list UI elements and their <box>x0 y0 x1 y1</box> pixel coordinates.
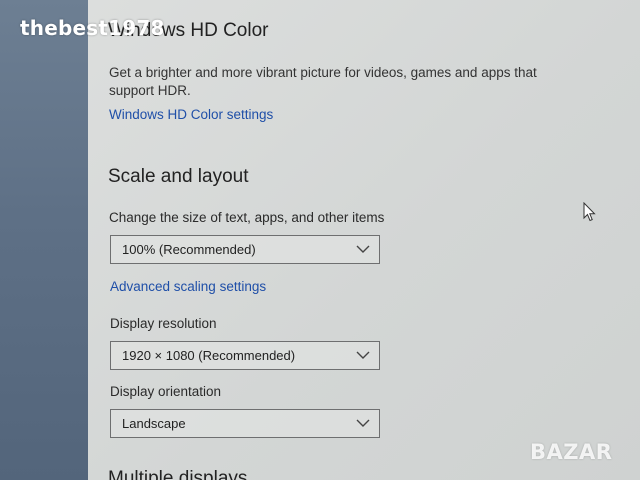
resolution-dropdown[interactable]: 1920 × 1080 (Recommended) <box>110 341 380 370</box>
scale-dropdown[interactable]: 100% (Recommended) <box>110 235 380 264</box>
orientation-dropdown-value: Landscape <box>122 416 186 431</box>
text-size-label: Change the size of text, apps, and other… <box>109 210 385 225</box>
multiple-displays-title: Multiple displays <box>108 468 248 480</box>
watermark-top: thebest1978 <box>20 16 165 40</box>
resolution-label: Display resolution <box>110 316 217 331</box>
mouse-cursor-icon <box>583 202 596 222</box>
resolution-dropdown-value: 1920 × 1080 (Recommended) <box>122 348 296 363</box>
hdr-settings-link[interactable]: Windows HD Color settings <box>109 107 273 122</box>
hdr-description: Get a brighter and more vibrant picture … <box>109 65 537 98</box>
advanced-scaling-link[interactable]: Advanced scaling settings <box>110 279 266 294</box>
scale-layout-title: Scale and layout <box>108 166 249 187</box>
bazar-watermark-logo: BAZAR <box>530 440 613 464</box>
left-background-band <box>0 0 88 480</box>
orientation-label: Display orientation <box>110 384 222 399</box>
chevron-down-icon <box>356 245 370 253</box>
chevron-down-icon <box>356 351 370 359</box>
chevron-down-icon <box>356 419 370 427</box>
scale-dropdown-value: 100% (Recommended) <box>122 242 256 257</box>
orientation-dropdown[interactable]: Landscape <box>110 409 380 438</box>
